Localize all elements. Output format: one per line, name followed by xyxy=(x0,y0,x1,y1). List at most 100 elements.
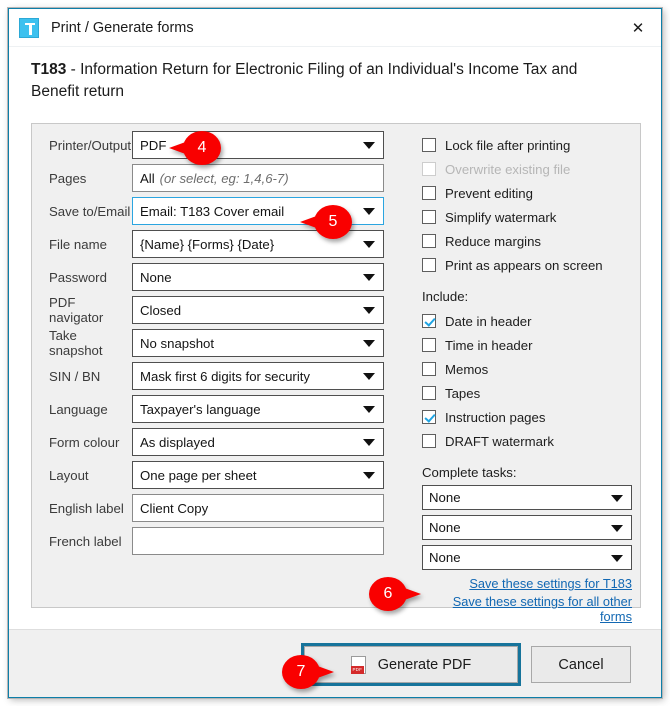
field-label: Take snapshot xyxy=(49,328,103,358)
dropdown-select[interactable]: As displayed xyxy=(132,428,384,456)
field-value: {Name} {Forms} {Date} xyxy=(140,236,275,252)
field-label: Form colour xyxy=(49,434,120,450)
dropdown-select[interactable]: Closed xyxy=(132,296,384,324)
callout-marker-5: 5 xyxy=(300,205,352,239)
chevron-down-icon[interactable] xyxy=(611,554,623,562)
save-settings-for-all-forms-link[interactable]: Save these settings for all other forms xyxy=(422,594,632,624)
chevron-down-icon[interactable] xyxy=(363,274,375,281)
callout-number-5: 5 xyxy=(314,205,352,239)
chevron-down-icon[interactable] xyxy=(363,241,375,248)
checkbox-label: Simplify watermark xyxy=(445,209,557,225)
field-label: PDF navigator xyxy=(49,295,104,325)
checkbox-row[interactable]: Time in header xyxy=(422,333,637,357)
complete-tasks-group: None None None xyxy=(422,485,637,570)
field-value: Client Copy xyxy=(140,500,209,516)
field-label: Pages xyxy=(49,170,87,186)
checkbox-unchecked-icon[interactable] xyxy=(422,338,436,352)
field-row: SIN / BN Mask first 6 digits for security xyxy=(32,362,407,390)
checkbox-label: Time in header xyxy=(445,337,533,353)
generate-pdf-button[interactable]: Generate PDF xyxy=(301,643,521,686)
checkbox-row[interactable]: Simplify watermark xyxy=(422,205,637,229)
window-title: Print / Generate forms xyxy=(51,19,194,36)
field-label: English label xyxy=(49,500,124,516)
save-links: Save these settings for T183 Save these … xyxy=(422,576,632,624)
field-value: One page per sheet xyxy=(140,467,257,483)
text-input[interactable] xyxy=(132,527,384,555)
field-label: Language xyxy=(49,401,108,417)
callout-number-6: 6 xyxy=(369,577,407,611)
text-input[interactable]: All (or select, eg: 1,4,6-7) xyxy=(132,164,384,192)
task-dropdown-2[interactable]: None xyxy=(422,515,632,540)
print-generate-forms-dialog: Print / Generate forms ✕ T183 - Informat… xyxy=(8,8,662,698)
checkbox-row[interactable]: Prevent editing xyxy=(422,181,637,205)
field-row: Take snapshot No snapshot xyxy=(32,328,407,358)
checkbox-unchecked-icon[interactable] xyxy=(422,186,436,200)
close-icon[interactable]: ✕ xyxy=(615,9,661,46)
field-value: No snapshot xyxy=(140,335,215,351)
chevron-down-icon[interactable] xyxy=(363,373,375,380)
chevron-down-icon[interactable] xyxy=(611,494,623,502)
field-row: Pages All (or select, eg: 1,4,6-7) xyxy=(32,164,407,192)
chevron-down-icon[interactable] xyxy=(363,142,375,149)
checkbox-row[interactable]: Lock file after printing xyxy=(422,133,637,157)
checkbox-row[interactable]: DRAFT watermark xyxy=(422,429,637,453)
save-settings-for-form-link[interactable]: Save these settings for T183 xyxy=(422,576,632,591)
checkbox-row[interactable]: Tapes xyxy=(422,381,637,405)
dropdown-select[interactable]: Mask first 6 digits for security xyxy=(132,362,384,390)
checkbox-label: Lock file after printing xyxy=(445,137,571,153)
form-description: - Information Return for Electronic Fili… xyxy=(31,61,578,100)
callout-number-7: 7 xyxy=(282,655,320,689)
checkbox-checked-icon[interactable] xyxy=(422,314,436,328)
checkbox-unchecked-icon[interactable] xyxy=(422,386,436,400)
field-label: French label xyxy=(49,533,122,549)
chevron-down-icon[interactable] xyxy=(363,406,375,413)
checkbox-unchecked-icon xyxy=(422,162,436,176)
field-label: Printer/Output xyxy=(49,137,132,153)
include-section-title: Include: xyxy=(422,289,469,304)
field-row: Language Taxpayer's language xyxy=(32,395,407,423)
chevron-down-icon[interactable] xyxy=(363,472,375,479)
include-options-group: Date in header Time in header Memos Tapes In… xyxy=(422,309,637,453)
field-value: As displayed xyxy=(140,434,215,450)
field-label: File name xyxy=(49,236,107,252)
checkbox-unchecked-icon[interactable] xyxy=(422,434,436,448)
chevron-down-icon[interactable] xyxy=(363,340,375,347)
field-value: Closed xyxy=(140,302,182,318)
checkbox-checked-icon[interactable] xyxy=(422,410,436,424)
task-dropdown-3[interactable]: None xyxy=(422,545,632,570)
dropdown-select[interactable]: Taxpayer's language xyxy=(132,395,384,423)
checkbox-unchecked-icon[interactable] xyxy=(422,234,436,248)
task-dropdown-1[interactable]: None xyxy=(422,485,632,510)
checkbox-unchecked-icon[interactable] xyxy=(422,210,436,224)
checkbox-row[interactable]: Reduce margins xyxy=(422,229,637,253)
task-value: None xyxy=(429,520,461,535)
field-label: Layout xyxy=(49,467,89,483)
callout-marker-6: 6 xyxy=(369,577,421,611)
task-value: None xyxy=(429,490,461,505)
dropdown-select[interactable]: None xyxy=(132,263,384,291)
checkbox-unchecked-icon[interactable] xyxy=(422,138,436,152)
checkbox-unchecked-icon[interactable] xyxy=(422,258,436,272)
checkbox-unchecked-icon[interactable] xyxy=(422,362,436,376)
settings-panel: Printer/Output PDF Pages All (or select, eg:… xyxy=(31,123,641,624)
field-value: None xyxy=(140,269,172,285)
checkbox-row[interactable]: Date in header xyxy=(422,309,637,333)
checkbox-row[interactable]: Memos xyxy=(422,357,637,381)
chevron-down-icon[interactable] xyxy=(363,307,375,314)
field-label: SIN / BN xyxy=(49,368,101,384)
right-options-column: Lock file after printing Overwrite existi… xyxy=(422,133,637,627)
checkbox-row[interactable]: Instruction pages xyxy=(422,405,637,429)
dropdown-select[interactable]: No snapshot xyxy=(132,329,384,357)
checkbox-row[interactable]: Print as appears on screen xyxy=(422,253,637,277)
cancel-button[interactable]: Cancel xyxy=(531,646,631,683)
field-row: French label xyxy=(32,527,407,555)
chevron-down-icon[interactable] xyxy=(363,439,375,446)
chevron-down-icon[interactable] xyxy=(611,524,623,532)
task-value: None xyxy=(429,550,461,565)
chevron-down-icon[interactable] xyxy=(363,208,375,215)
text-input[interactable]: Client Copy xyxy=(132,494,384,522)
dropdown-select[interactable]: One page per sheet xyxy=(132,461,384,489)
checkbox-label: Reduce margins xyxy=(445,233,542,249)
dialog-footer: Generate PDF Cancel xyxy=(9,629,661,697)
checkbox-label: Print as appears on screen xyxy=(445,257,603,273)
